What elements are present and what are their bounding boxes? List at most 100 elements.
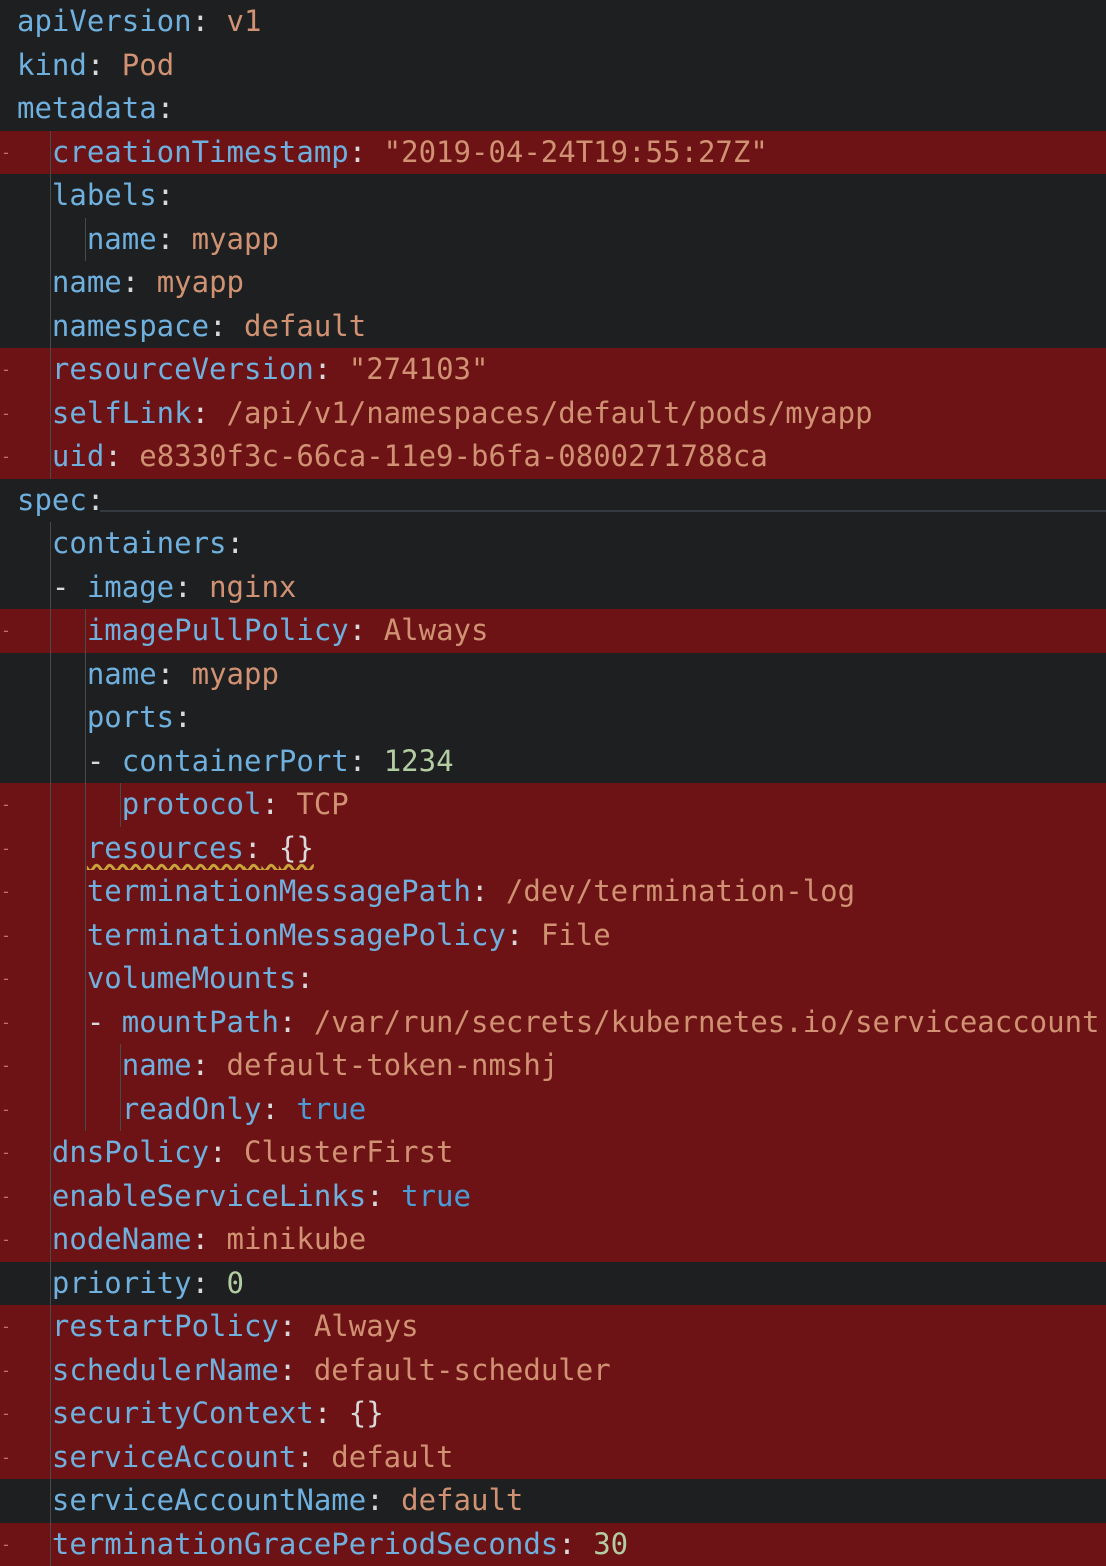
yaml-colon: :	[87, 48, 104, 82]
yaml-key: uid	[52, 439, 104, 473]
code-text: imagePullPolicy: Always	[17, 609, 488, 653]
diff-removed-line[interactable]: - dnsPolicy: ClusterFirst	[0, 1131, 1106, 1175]
code-line[interactable]: name: myapp	[0, 261, 1106, 305]
diff-removed-marker: -	[0, 1523, 12, 1566]
yaml-value: true	[401, 1179, 471, 1213]
code-line[interactable]: metadata:	[0, 87, 1106, 131]
diff-removed-line[interactable]: - enableServiceLinks: true	[0, 1175, 1106, 1219]
diff-removed-line[interactable]: - serviceAccount: default	[0, 1436, 1106, 1480]
code-line[interactable]: labels:	[0, 174, 1106, 218]
indent	[17, 135, 52, 169]
code-line[interactable]: kind: Pod	[0, 44, 1106, 88]
diff-removed-marker: -	[0, 609, 12, 653]
indent	[17, 1135, 52, 1169]
yaml-key: imagePullPolicy	[87, 613, 349, 647]
code-line[interactable]: ports:	[0, 696, 1106, 740]
diff-removed-line[interactable]: - terminationMessagePath: /dev/terminati…	[0, 870, 1106, 914]
indent	[17, 874, 87, 908]
yaml-colon: :	[104, 439, 121, 473]
indent-guide	[50, 522, 51, 1566]
indent	[17, 1440, 52, 1474]
indent	[17, 1222, 52, 1256]
yaml-colon: :	[157, 657, 174, 691]
diff-removed-line[interactable]: - terminationGracePeriodSeconds: 30	[0, 1523, 1106, 1566]
code-text: uid: e8330f3c-66ca-11e9-b6fa-0800271788c…	[17, 435, 768, 479]
code-text: metadata:	[17, 87, 174, 131]
yaml-value: default-scheduler	[314, 1353, 611, 1387]
yaml-key: restartPolicy	[52, 1309, 279, 1343]
yaml-value: /api/v1/namespaces/default/pods/myapp	[227, 396, 873, 430]
code-line[interactable]: containers:	[0, 522, 1106, 566]
code-text: serviceAccountName: default	[17, 1479, 523, 1523]
yaml-colon: :	[157, 222, 174, 256]
diff-removed-line[interactable]: - resourceVersion: "274103"	[0, 348, 1106, 392]
diff-removed-marker: -	[0, 957, 12, 1001]
code-text: selfLink: /api/v1/namespaces/default/pod…	[17, 392, 873, 436]
yaml-key: spec	[17, 483, 87, 517]
diff-removed-line[interactable]: - restartPolicy: Always	[0, 1305, 1106, 1349]
code-text: schedulerName: default-scheduler	[17, 1349, 611, 1393]
yaml-key: terminationGracePeriodSeconds	[52, 1527, 558, 1561]
warning-squiggle[interactable]: resources: {}	[87, 831, 314, 865]
diff-removed-line[interactable]: - resources: {}	[0, 827, 1106, 871]
yaml-key: volumeMounts	[87, 961, 297, 995]
code-line[interactable]: priority: 0	[0, 1262, 1106, 1306]
code-line[interactable]: - containerPort: 1234	[0, 740, 1106, 784]
indent	[17, 1309, 52, 1343]
indent	[17, 1048, 122, 1082]
yaml-colon: :	[471, 874, 488, 908]
indent	[17, 657, 87, 691]
code-text: resourceVersion: "274103"	[17, 348, 488, 392]
yaml-value: minikube	[227, 1222, 367, 1256]
yaml-colon: :	[122, 265, 139, 299]
yaml-value: Always	[314, 1309, 419, 1343]
diff-removed-line[interactable]: - name: default-token-nmshj	[0, 1044, 1106, 1088]
indent: -	[17, 1005, 122, 1039]
yaml-key: schedulerName	[52, 1353, 279, 1387]
code-line[interactable]: serviceAccountName: default	[0, 1479, 1106, 1523]
diff-removed-line[interactable]: - terminationMessagePolicy: File	[0, 914, 1106, 958]
code-line[interactable]: apiVersion: v1	[0, 0, 1106, 44]
yaml-key: name	[87, 222, 157, 256]
diff-removed-line[interactable]: - volumeMounts:	[0, 957, 1106, 1001]
yaml-key: image	[87, 570, 174, 604]
yaml-value: "274103"	[349, 352, 489, 386]
diff-removed-line[interactable]: - securityContext: {}	[0, 1392, 1106, 1436]
code-line[interactable]: spec:	[0, 479, 1106, 523]
yaml-colon: :	[261, 1092, 278, 1126]
yaml-colon: :	[349, 613, 366, 647]
diff-removed-marker: -	[0, 131, 12, 175]
yaml-key: readOnly	[122, 1092, 262, 1126]
diff-removed-line[interactable]: - readOnly: true	[0, 1088, 1106, 1132]
yaml-value: v1	[227, 4, 262, 38]
code-text: - containerPort: 1234	[17, 740, 454, 784]
code-line[interactable]: namespace: default	[0, 305, 1106, 349]
code-text: terminationGracePeriodSeconds: 30	[17, 1523, 628, 1566]
diff-removed-line[interactable]: - imagePullPolicy: Always	[0, 609, 1106, 653]
indent	[17, 961, 87, 995]
indent	[17, 439, 52, 473]
yaml-key: name	[52, 265, 122, 299]
code-text: ports:	[17, 696, 192, 740]
yaml-key: metadata	[17, 91, 157, 125]
diff-removed-line[interactable]: - selfLink: /api/v1/namespaces/default/p…	[0, 392, 1106, 436]
yaml-value: Always	[384, 613, 489, 647]
yaml-value: 30	[593, 1527, 628, 1561]
code-editor[interactable]: apiVersion: v1kind: Podmetadata:- creati…	[0, 0, 1106, 1556]
code-line[interactable]: name: myapp	[0, 653, 1106, 697]
diff-removed-line[interactable]: - - mountPath: /var/run/secrets/kubernet…	[0, 1001, 1106, 1045]
indent-guide	[85, 609, 86, 1131]
code-line[interactable]: - image: nginx	[0, 566, 1106, 610]
code-text: creationTimestamp: "2019-04-24T19:55:27Z…	[17, 131, 768, 175]
yaml-value: myapp	[192, 657, 279, 691]
indent	[17, 1179, 52, 1213]
code-line[interactable]: name: myapp	[0, 218, 1106, 262]
yaml-key: nodeName	[52, 1222, 192, 1256]
indent	[17, 613, 87, 647]
yaml-colon: :	[279, 1005, 296, 1039]
diff-removed-line[interactable]: - creationTimestamp: "2019-04-24T19:55:2…	[0, 131, 1106, 175]
diff-removed-line[interactable]: - nodeName: minikube	[0, 1218, 1106, 1262]
diff-removed-line[interactable]: - schedulerName: default-scheduler	[0, 1349, 1106, 1393]
diff-removed-line[interactable]: - protocol: TCP	[0, 783, 1106, 827]
diff-removed-line[interactable]: - uid: e8330f3c-66ca-11e9-b6fa-080027178…	[0, 435, 1106, 479]
